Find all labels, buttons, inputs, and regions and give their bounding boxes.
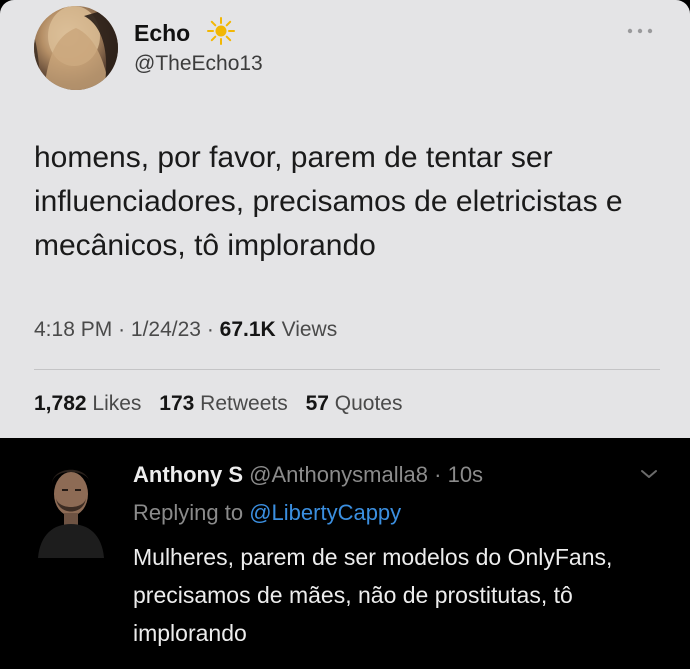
quotes-label: Quotes <box>334 392 403 415</box>
mention-link[interactable]: @LibertyCappy <box>249 500 401 525</box>
separator: · <box>206 318 214 341</box>
more-options-icon[interactable] <box>625 26 655 36</box>
sun-icon <box>207 17 235 45</box>
display-name[interactable]: Anthony S <box>133 462 243 487</box>
quotes-stat[interactable]: 57 Quotes <box>306 392 403 415</box>
likes-label: Likes <box>92 392 142 415</box>
tweet-metadata: 4:18 PM · 1/24/23 · 67.1K Views <box>34 318 337 342</box>
likes-count: 1,782 <box>34 392 87 415</box>
replying-to: Replying to @LibertyCappy <box>133 500 401 526</box>
separator: · <box>118 318 126 341</box>
likes-stat[interactable]: 1,782 Likes <box>34 392 147 415</box>
separator: · <box>434 462 442 487</box>
quotes-count: 57 <box>305 392 329 415</box>
tweet-date[interactable]: 1/24/23 <box>131 318 201 341</box>
display-name[interactable]: Echo <box>134 20 190 47</box>
engagement-stats: 1,782 Likes 173 Retweets 57 Quotes <box>34 392 414 416</box>
avatar[interactable] <box>32 458 108 558</box>
handle[interactable]: @Anthonysmalla8 <box>249 462 428 487</box>
replying-to-label: Replying to <box>133 500 244 525</box>
reply-tweet: Anthony S @Anthonysmalla8 · 10s Replying… <box>0 438 690 669</box>
retweets-count: 173 <box>159 392 195 415</box>
divider <box>34 369 660 370</box>
tweet-time[interactable]: 4:18 PM <box>34 318 112 341</box>
chevron-down-icon[interactable] <box>640 468 658 480</box>
retweets-label: Retweets <box>200 392 288 415</box>
reply-text: Mulheres, parem de ser modelos do OnlyFa… <box>133 544 613 646</box>
tweet-text: homens, por favor, parem de tentar ser i… <box>34 141 623 262</box>
timestamp[interactable]: 10s <box>448 462 483 487</box>
avatar-photo <box>34 6 118 90</box>
retweets-stat[interactable]: 173 Retweets <box>159 392 293 415</box>
original-tweet-card: Echo @TheEcho13 homens, por favor, parem… <box>0 0 690 438</box>
handle[interactable]: @TheEcho13 <box>134 52 263 76</box>
reply-header: Anthony S @Anthonysmalla8 · 10s <box>133 462 483 488</box>
avatar[interactable] <box>34 6 118 90</box>
views-count: 67.1K <box>219 318 276 341</box>
views-label: Views <box>281 318 338 341</box>
